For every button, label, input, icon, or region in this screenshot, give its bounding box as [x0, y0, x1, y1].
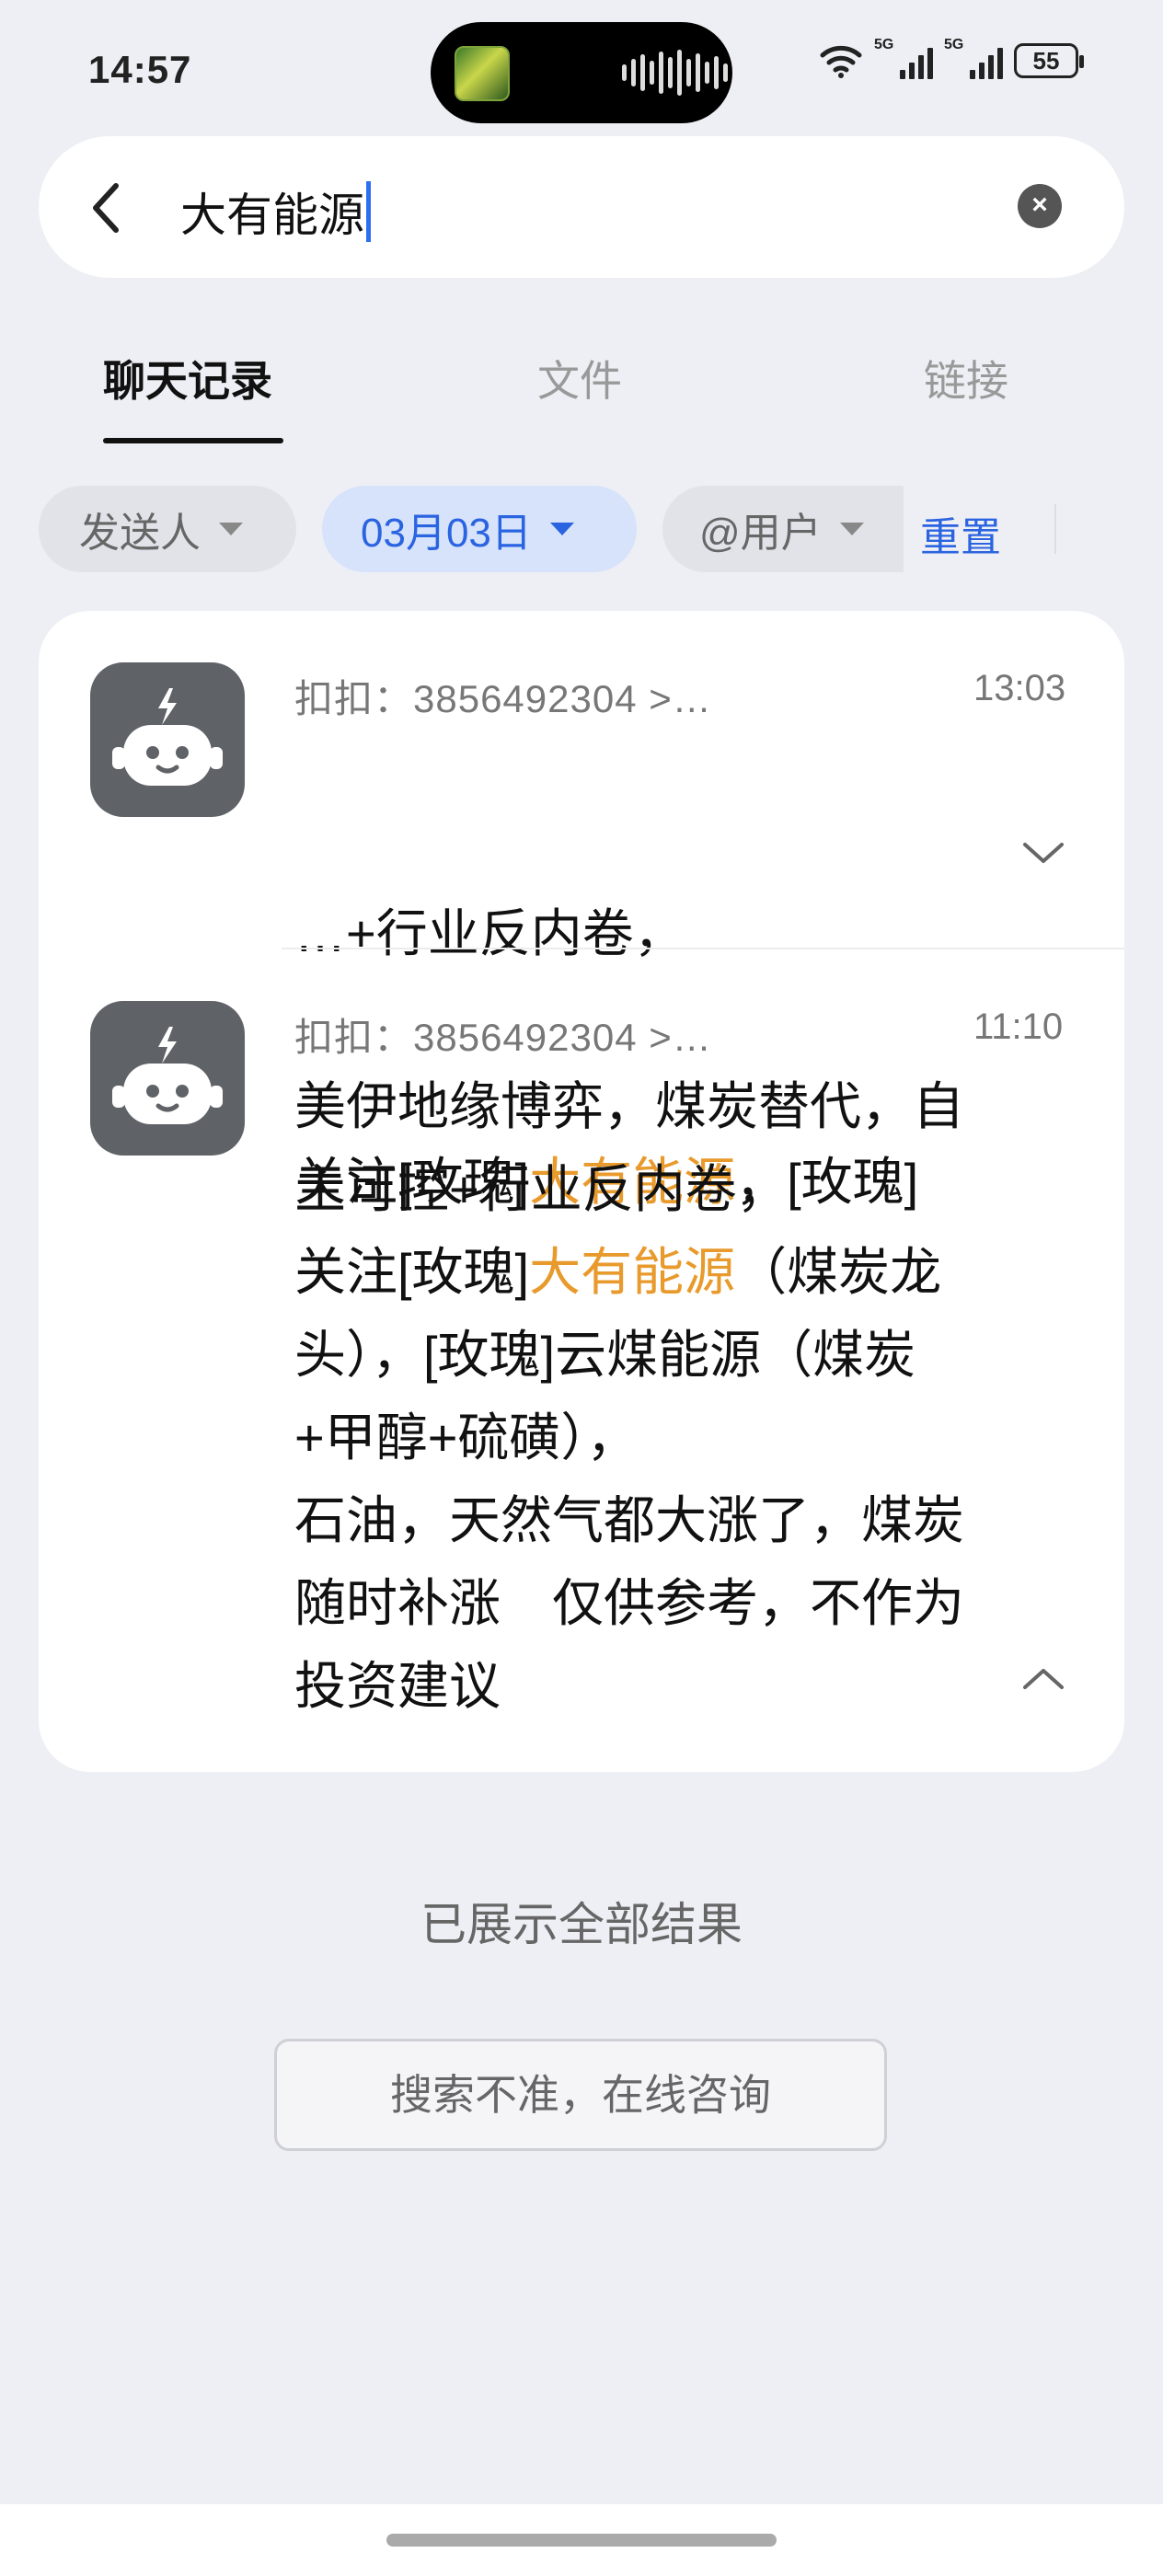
wifi-icon [820, 45, 862, 78]
status-icons: 5G 5G 55 [819, 37, 1084, 79]
bot-avatar[interactable] [90, 662, 245, 817]
dropdown-arrow-icon [839, 523, 864, 535]
filter-mention-label: @用户 [699, 511, 822, 556]
message-text[interactable]: 美伊地缘博弈，煤炭替代，自 主可控+行业反内卷， 关注[玫瑰]大有能源（煤炭龙 … [294, 1065, 964, 1728]
message-time: 11:10 [973, 1006, 1064, 1047]
reset-button[interactable]: 重置 [920, 504, 1001, 563]
expand-chevron-icon[interactable] [1021, 839, 1065, 867]
online-consult-button[interactable]: 搜索不准，在线咨询 [274, 2039, 887, 2151]
cellular-signal-icon-2: 5G [944, 37, 1003, 79]
message-time: 13:03 [973, 668, 1066, 708]
back-arrow-icon[interactable] [88, 180, 125, 236]
tab-chat-records[interactable]: 聊天记录 [103, 348, 272, 408]
clear-icon[interactable]: × [1018, 184, 1062, 228]
battery-icon: 55 [1014, 43, 1084, 78]
robot-icon [112, 688, 223, 786]
message-divider [282, 948, 1124, 949]
message-line: …+行业反内卷， [294, 904, 685, 962]
filter-divider [1054, 504, 1056, 554]
message-sender: 扣扣：3856492304 >… [294, 1016, 712, 1059]
tab-files[interactable]: 文件 [537, 348, 622, 408]
keyword-highlight: 大有能源 [529, 1243, 736, 1301]
filter-date-label: 03月03日 [361, 511, 532, 556]
search-query-text: 大有能源 [180, 190, 364, 241]
robot-icon [112, 1027, 223, 1124]
message-sender: 扣扣：3856492304 >… [294, 677, 712, 720]
dropdown-arrow-icon [219, 523, 243, 535]
all-results-shown: 已展示全部结果 [420, 1899, 743, 1950]
tab-links[interactable]: 链接 [924, 348, 1008, 408]
status-time: 14:57 [88, 48, 192, 91]
home-indicator[interactable] [386, 2534, 777, 2547]
filter-sender[interactable]: 发送人 [39, 486, 296, 572]
active-tab-indicator [103, 438, 283, 443]
bot-avatar[interactable] [90, 1001, 245, 1156]
search-input[interactable]: 大有能源 [180, 178, 371, 245]
filter-mention[interactable]: @用户 [662, 486, 904, 572]
cellular-signal-icon-1: 5G [874, 37, 933, 79]
music-album-thumbnail[interactable] [455, 46, 510, 101]
filter-sender-label: 发送人 [79, 511, 201, 556]
filter-date[interactable]: 03月03日 [322, 486, 637, 572]
dropdown-arrow-icon [549, 523, 574, 535]
collapse-chevron-icon[interactable] [1021, 1665, 1065, 1693]
audio-waveform-icon [622, 48, 728, 98]
text-cursor [366, 181, 371, 242]
